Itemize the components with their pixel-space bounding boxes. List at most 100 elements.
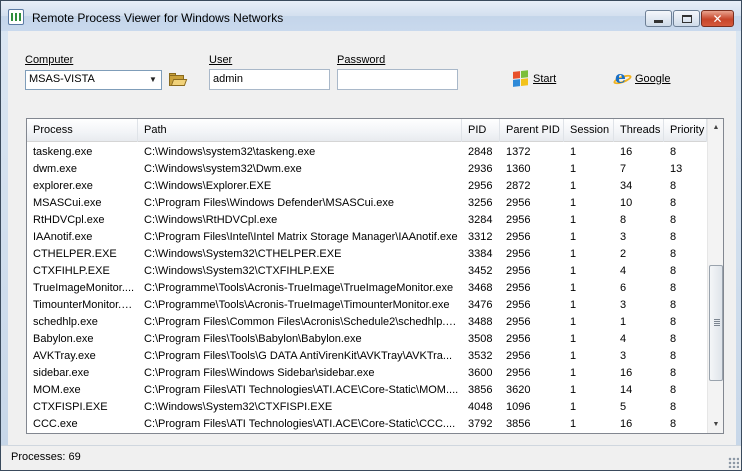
process-list[interactable]: Process Path PID Parent PID Session Thre… xyxy=(26,118,724,434)
chevron-down-icon[interactable]: ▼ xyxy=(147,74,159,86)
cell-path: C:\Windows\System32\CTXFIHLP.EXE xyxy=(144,265,335,277)
cell-pid: 3452 xyxy=(468,265,493,277)
main-panel: Computer User Password MSAS-VISTA ▼ admi… xyxy=(8,31,736,445)
cell-threads: 3 xyxy=(620,299,627,311)
user-input[interactable]: admin xyxy=(209,69,330,90)
cell-pid: 3284 xyxy=(468,214,493,226)
cell-priority: 8 xyxy=(670,214,677,226)
table-row[interactable]: TrueImageMonitor.... C:\Programme\Tools\A… xyxy=(27,280,707,297)
cell-session: 1 xyxy=(570,180,577,192)
cell-path: C:\Program Files\ATI Technologies\ATI.AC… xyxy=(144,384,459,396)
browse-computers-button[interactable] xyxy=(167,70,188,90)
scroll-down-icon[interactable]: ▼ xyxy=(708,416,723,433)
cell-threads: 34 xyxy=(620,180,633,192)
vertical-scrollbar[interactable]: ▲ ▼ xyxy=(707,119,723,433)
cell-pid: 3856 xyxy=(468,384,493,396)
scroll-up-icon[interactable]: ▲ xyxy=(708,119,723,136)
table-row[interactable]: TimounterMonitor.exe C:\Programme\Tools\A… xyxy=(27,297,707,314)
table-row[interactable]: AVKTray.exe C:\Program Files\Tools\G DATA… xyxy=(27,348,707,365)
cell-parent-pid: 2956 xyxy=(506,333,531,345)
cell-session: 1 xyxy=(570,384,577,396)
cell-parent-pid: 2872 xyxy=(506,180,531,192)
cell-priority: 8 xyxy=(670,197,677,209)
scrollbar-thumb[interactable] xyxy=(709,265,723,381)
table-row[interactable]: sidebar.exe C:\Program Files\Windows Side… xyxy=(27,365,707,382)
password-input[interactable] xyxy=(337,69,458,90)
table-row[interactable]: MOM.exe C:\Program Files\ATI Technologies… xyxy=(27,382,707,399)
cell-path: C:\Windows\System32\CTXFISPI.EXE xyxy=(144,401,333,413)
table-row[interactable]: Babylon.exe C:\Program Files\Tools\Babylo… xyxy=(27,331,707,348)
cell-parent-pid: 2956 xyxy=(506,282,531,294)
cell-parent-pid: 2956 xyxy=(506,197,531,209)
title-bar[interactable]: Remote Process Viewer for Windows Networ… xyxy=(1,1,741,31)
table-row[interactable]: MSASCui.exe C:\Program Files\Windows Defe… xyxy=(27,195,707,212)
table-row[interactable]: CTXFISPI.EXE C:\Windows\System32\CTXFISPI… xyxy=(27,399,707,416)
cell-threads: 3 xyxy=(620,350,627,362)
column-header-process[interactable]: Process xyxy=(27,119,138,142)
cell-parent-pid: 3856 xyxy=(506,418,531,430)
cell-session: 1 xyxy=(570,316,577,328)
computer-combobox[interactable]: MSAS-VISTA ▼ xyxy=(25,70,162,90)
cell-priority: 8 xyxy=(670,384,677,396)
table-row[interactable]: explorer.exe C:\Windows\Explorer.EXE 2956 2… xyxy=(27,178,707,195)
cell-threads: 1 xyxy=(620,316,627,328)
cell-threads: 10 xyxy=(620,197,633,209)
cell-pid: 4048 xyxy=(468,401,493,413)
table-row[interactable]: dwm.exe C:\Windows\system32\Dwm.exe 2936 13… xyxy=(27,161,707,178)
table-row[interactable]: CCC.exe C:\Program Files\ATI Technologies… xyxy=(27,416,707,433)
cell-priority: 8 xyxy=(670,316,677,328)
cell-pid: 2936 xyxy=(468,163,493,175)
cell-priority: 8 xyxy=(670,401,677,413)
table-row[interactable]: CTHELPER.EXE C:\Windows\System32\CTHELPER… xyxy=(27,246,707,263)
cell-priority: 8 xyxy=(670,333,677,345)
table-row[interactable]: RtHDVCpl.exe C:\Windows\RtHDVCpl.exe 3284 2… xyxy=(27,212,707,229)
cell-session: 1 xyxy=(570,214,577,226)
cell-path: C:\Windows\System32\CTHELPER.EXE xyxy=(144,248,342,260)
cell-pid: 3508 xyxy=(468,333,493,345)
table-row[interactable]: IAAnotif.exe C:\Program Files\Intel\Intel… xyxy=(27,229,707,246)
close-icon: ✕ xyxy=(712,11,723,26)
cell-path: C:\Windows\system32\taskeng.exe xyxy=(144,146,316,158)
table-row[interactable]: CTXFIHLP.EXE C:\Windows\System32\CTXFIHLP… xyxy=(27,263,707,280)
grip-icon xyxy=(714,319,720,326)
resize-grip-icon[interactable] xyxy=(728,457,739,468)
column-header-pid[interactable]: PID xyxy=(462,119,500,142)
cell-pid: 3256 xyxy=(468,197,493,209)
column-header-priority[interactable]: Priority xyxy=(664,119,707,142)
table-row[interactable]: schedhlp.exe C:\Program Files\Common File… xyxy=(27,314,707,331)
column-header-threads[interactable]: Threads xyxy=(614,119,664,142)
close-button[interactable]: ✕ xyxy=(701,10,734,27)
maximize-button[interactable] xyxy=(673,10,700,27)
cell-session: 1 xyxy=(570,282,577,294)
cell-threads: 16 xyxy=(620,367,633,379)
cell-process: CTXFIHLP.EXE xyxy=(33,265,110,277)
cell-pid: 3468 xyxy=(468,282,493,294)
column-header-path[interactable]: Path xyxy=(138,119,462,142)
table-row[interactable]: taskeng.exe C:\Windows\system32\taskeng.e… xyxy=(27,144,707,161)
cell-threads: 5 xyxy=(620,401,627,413)
cell-priority: 8 xyxy=(670,265,677,277)
cell-session: 1 xyxy=(570,401,577,413)
cell-threads: 14 xyxy=(620,384,633,396)
cell-priority: 8 xyxy=(670,231,677,243)
cell-process: CTXFISPI.EXE xyxy=(33,401,108,413)
cell-parent-pid: 2956 xyxy=(506,248,531,260)
cell-session: 1 xyxy=(570,418,577,430)
start-button[interactable]: Start xyxy=(513,69,556,89)
cell-process: MOM.exe xyxy=(33,384,81,396)
cell-path: C:\Windows\system32\Dwm.exe xyxy=(144,163,302,175)
column-header-session[interactable]: Session xyxy=(564,119,614,142)
cell-session: 1 xyxy=(570,248,577,260)
cell-process: TimounterMonitor.exe xyxy=(33,299,138,311)
windows-flag-icon xyxy=(513,70,529,88)
cell-session: 1 xyxy=(570,265,577,277)
cell-pid: 3488 xyxy=(468,316,493,328)
column-header-parent-pid[interactable]: Parent PID xyxy=(500,119,564,142)
minimize-button[interactable] xyxy=(645,10,672,27)
cell-parent-pid: 2956 xyxy=(506,214,531,226)
cell-parent-pid: 1096 xyxy=(506,401,531,413)
cell-process: AVKTray.exe xyxy=(33,350,96,362)
window-title: Remote Process Viewer for Windows Networ… xyxy=(32,11,284,25)
cell-parent-pid: 3620 xyxy=(506,384,531,396)
google-button[interactable]: e Google xyxy=(612,68,670,89)
